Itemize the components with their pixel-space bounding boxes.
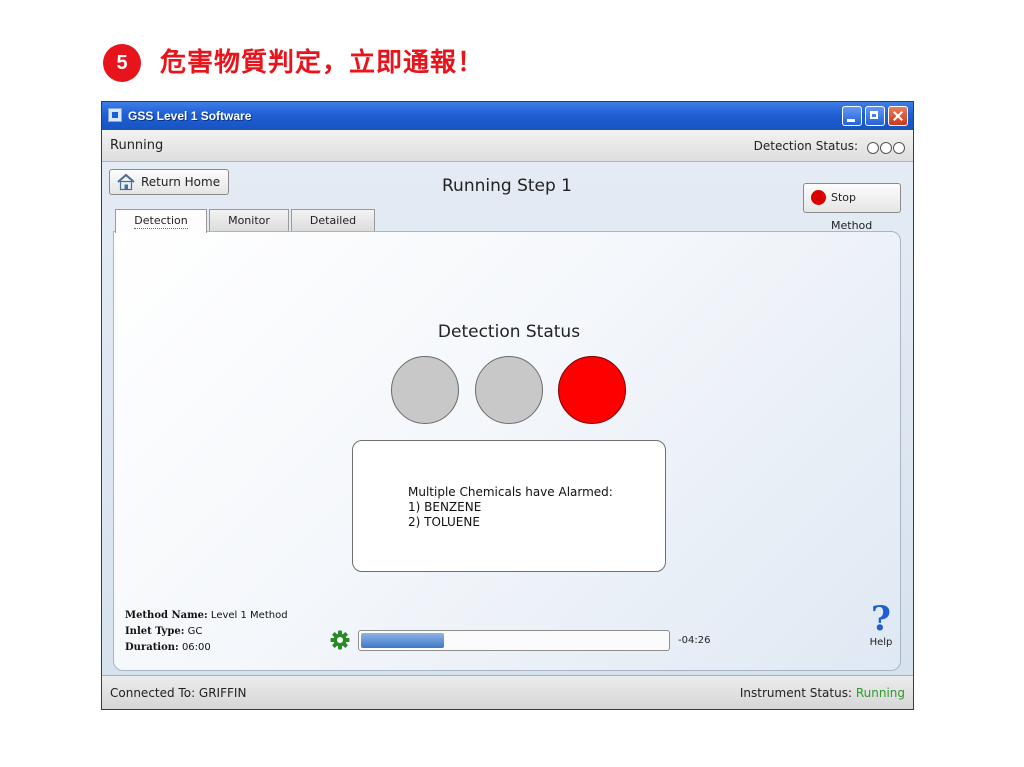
- duration-value: 06:00: [181, 642, 211, 653]
- run-progress-fill: [361, 633, 444, 648]
- step-number-badge: 5: [103, 44, 141, 82]
- return-home-button[interactable]: Return Home: [109, 169, 229, 195]
- method-info: Method Name: Level 1 Method Inlet Type: …: [125, 608, 288, 656]
- instrument-status-value: Running: [855, 686, 905, 700]
- minimize-button[interactable]: [842, 106, 862, 126]
- detection-panel: Detection Status Multiple Chemicals have…: [113, 231, 901, 671]
- alarm-chemical: 2) TOLUENE: [408, 515, 480, 529]
- alarm-message-line: Multiple Chemicals have Alarmed:: [408, 485, 613, 499]
- inlet-type-value: GC: [187, 626, 203, 637]
- help-icon: ?: [871, 599, 891, 639]
- tab-detailed[interactable]: Detailed: [291, 209, 375, 231]
- tab-monitor[interactable]: Monitor: [209, 209, 289, 231]
- detection-light: [475, 356, 543, 424]
- detection-status-label: Detection Status:: [753, 139, 858, 153]
- bottom-status-bar: Connected To: GRIFFIN Instrument Status:…: [102, 675, 913, 709]
- method-name-label: Method Name:: [125, 610, 208, 621]
- stop-method-button[interactable]: Stop Method: [803, 183, 901, 232]
- duration-label: Duration:: [125, 642, 179, 653]
- app-icon: [108, 108, 122, 122]
- gear-icon: [330, 630, 350, 650]
- remaining-time: -04:26: [678, 635, 711, 646]
- return-home-label: Return Home: [141, 175, 221, 189]
- alarm-chemical: 1) BENZENE: [408, 500, 482, 514]
- inlet-type-label: Inlet Type:: [125, 626, 185, 637]
- detection-light-alarm: [558, 356, 626, 424]
- help-button[interactable]: ? Help: [864, 601, 898, 649]
- home-icon: [117, 173, 135, 191]
- help-label: Help: [869, 637, 893, 648]
- slide-title: 危害物質判定，立即通報！: [160, 48, 485, 78]
- detection-indicator: [867, 142, 879, 154]
- connection-status: Connected To: GRIFFIN: [110, 686, 247, 700]
- detection-status-heading: Detection Status: [437, 322, 581, 342]
- instrument-status-label: Instrument Status:: [739, 686, 852, 700]
- maximize-button[interactable]: [865, 106, 885, 126]
- instrument-status: Instrument Status: Running: [740, 676, 905, 710]
- tab-label: Detailed: [309, 214, 357, 227]
- stop-record-icon: [811, 190, 826, 205]
- app-window: GSS Level 1 Software Running Detection S…: [101, 101, 914, 710]
- detection-light: [391, 356, 459, 424]
- run-state-label: Running: [110, 138, 164, 153]
- run-progress-bar: [358, 630, 670, 651]
- tab-label: Detection: [134, 214, 188, 229]
- window-titlebar[interactable]: GSS Level 1 Software: [102, 102, 913, 130]
- method-name-value: Level 1 Method: [210, 610, 288, 621]
- close-button[interactable]: [888, 106, 908, 126]
- detection-indicator: [880, 142, 892, 154]
- main-content: Return Home Running Step 1 Stop Method D…: [102, 162, 913, 675]
- page-heading: Running Step 1: [442, 176, 572, 196]
- alarm-message-box: Multiple Chemicals have Alarmed: 1) BENZ…: [352, 440, 666, 572]
- top-status-bar: Running Detection Status:: [102, 130, 913, 162]
- tab-label: Monitor: [228, 214, 270, 227]
- tab-detection[interactable]: Detection: [115, 209, 207, 233]
- detection-indicator-group: [866, 139, 905, 158]
- window-title: GSS Level 1 Software: [128, 109, 252, 123]
- alarm-message: Multiple Chemicals have Alarmed: 1) BENZ…: [408, 485, 613, 530]
- detection-indicator: [893, 142, 905, 154]
